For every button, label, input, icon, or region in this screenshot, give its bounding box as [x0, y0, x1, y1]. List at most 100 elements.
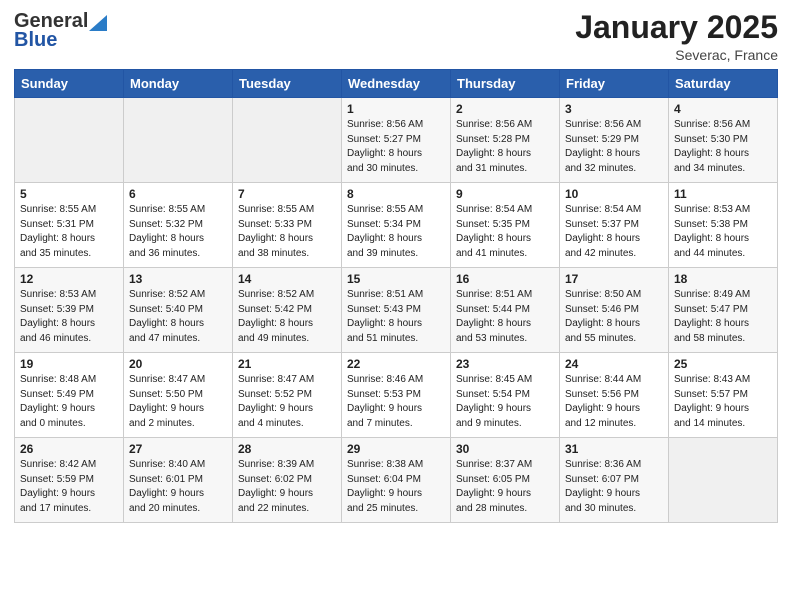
calendar-cell-w5-d7 [669, 438, 778, 523]
col-friday: Friday [560, 70, 669, 98]
calendar-cell-w2-d2: 6Sunrise: 8:55 AMSunset: 5:32 PMDaylight… [124, 183, 233, 268]
calendar-cell-w2-d4: 8 Sunrise: 8:55 AMSunset: 5:34 PMDaylight… [342, 183, 451, 268]
calendar-cell-w3-d6: 17 Sunrise: 8:50 AMSunset: 5:46 PMDayligh… [560, 268, 669, 353]
week-row-2: 5 Sunrise: 8:55 AMSunset: 5:31 PMDaylight… [15, 183, 778, 268]
day-number: 28 [238, 442, 336, 456]
title-block: January 2025 Severac, France [575, 10, 778, 63]
col-monday: Monday [124, 70, 233, 98]
day-info: Sunrise: 8:47 AMSunset: 5:50 PMDaylight:… [129, 373, 227, 431]
day-info: Sunrise: 8:56 AMSunset: 5:30 PMDaylight:… [674, 118, 772, 176]
calendar-cell-w5-d3: 28 Sunrise: 8:39 AMSunset: 6:02 PMDayligh… [233, 438, 342, 523]
week-row-1: 1 Sunrise: 8:56 AMSunset: 5:27 PMDaylight… [15, 98, 778, 183]
day-number: 20 [129, 357, 227, 371]
calendar-cell-w4-d7: 25Sunrise: 8:43 AMSunset: 5:57 PMDayligh… [669, 353, 778, 438]
calendar-cell-w1-d2 [124, 98, 233, 183]
day-info: Sunrise: 8:56 AMSunset: 5:29 PMDaylight:… [565, 118, 663, 176]
logo-triangle-icon [89, 13, 107, 31]
day-info: Sunrise: 8:46 AMSunset: 5:53 PMDaylight:… [347, 373, 445, 431]
calendar-cell-w2-d3: 7 Sunrise: 8:55 AMSunset: 5:33 PMDaylight… [233, 183, 342, 268]
calendar-cell-w2-d5: 9 Sunrise: 8:54 AMSunset: 5:35 PMDaylight… [451, 183, 560, 268]
day-number: 31 [565, 442, 663, 456]
calendar-cell-w2-d1: 5 Sunrise: 8:55 AMSunset: 5:31 PMDaylight… [15, 183, 124, 268]
day-number: 24 [565, 357, 663, 371]
calendar-header-row: Sunday Monday Tuesday Wednesday Thursday… [15, 70, 778, 98]
week-row-5: 26Sunrise: 8:42 AMSunset: 5:59 PMDayligh… [15, 438, 778, 523]
calendar-cell-w3-d5: 16Sunrise: 8:51 AMSunset: 5:44 PMDayligh… [451, 268, 560, 353]
day-number: 25 [674, 357, 772, 371]
col-saturday: Saturday [669, 70, 778, 98]
calendar-table: Sunday Monday Tuesday Wednesday Thursday… [14, 69, 778, 523]
logo-blue-text: Blue [14, 29, 57, 52]
location: Severac, France [575, 47, 778, 63]
month-title: January 2025 [575, 10, 778, 45]
day-info: Sunrise: 8:56 AMSunset: 5:27 PMDaylight:… [347, 118, 445, 176]
day-info: Sunrise: 8:48 AMSunset: 5:49 PMDaylight:… [20, 373, 118, 431]
day-number: 9 [456, 187, 554, 201]
calendar-cell-w3-d7: 18Sunrise: 8:49 AMSunset: 5:47 PMDayligh… [669, 268, 778, 353]
day-number: 10 [565, 187, 663, 201]
day-info: Sunrise: 8:38 AMSunset: 6:04 PMDaylight:… [347, 458, 445, 516]
col-sunday: Sunday [15, 70, 124, 98]
calendar-cell-w5-d2: 27Sunrise: 8:40 AMSunset: 6:01 PMDayligh… [124, 438, 233, 523]
day-number: 21 [238, 357, 336, 371]
header: General Blue January 2025 Severac, Franc… [14, 10, 778, 63]
calendar-cell-w2-d7: 11 Sunrise: 8:53 AMSunset: 5:38 PMDayligh… [669, 183, 778, 268]
day-number: 19 [20, 357, 118, 371]
calendar-cell-w4-d4: 22 Sunrise: 8:46 AMSunset: 5:53 PMDayligh… [342, 353, 451, 438]
day-info: Sunrise: 8:44 AMSunset: 5:56 PMDaylight:… [565, 373, 663, 431]
day-info: Sunrise: 8:36 AMSunset: 6:07 PMDaylight:… [565, 458, 663, 516]
day-number: 17 [565, 272, 663, 286]
day-info: Sunrise: 8:40 AMSunset: 6:01 PMDaylight:… [129, 458, 227, 516]
day-number: 23 [456, 357, 554, 371]
col-wednesday: Wednesday [342, 70, 451, 98]
calendar-cell-w5-d1: 26Sunrise: 8:42 AMSunset: 5:59 PMDayligh… [15, 438, 124, 523]
day-number: 8 [347, 187, 445, 201]
day-info: Sunrise: 8:54 AMSunset: 5:35 PMDaylight:… [456, 203, 554, 261]
col-thursday: Thursday [451, 70, 560, 98]
week-row-3: 12 Sunrise: 8:53 AMSunset: 5:39 PMDayligh… [15, 268, 778, 353]
day-number: 6 [129, 187, 227, 201]
day-info: Sunrise: 8:55 AMSunset: 5:31 PMDaylight:… [20, 203, 118, 261]
day-info: Sunrise: 8:54 AMSunset: 5:37 PMDaylight:… [565, 203, 663, 261]
day-info: Sunrise: 8:51 AMSunset: 5:43 PMDaylight:… [347, 288, 445, 346]
day-number: 30 [456, 442, 554, 456]
calendar-cell-w1-d7: 4Sunrise: 8:56 AMSunset: 5:30 PMDaylight… [669, 98, 778, 183]
calendar-cell-w1-d5: 2Sunrise: 8:56 AMSunset: 5:28 PMDaylight… [451, 98, 560, 183]
calendar-cell-w5-d6: 31 Sunrise: 8:36 AMSunset: 6:07 PMDayligh… [560, 438, 669, 523]
day-info: Sunrise: 8:52 AMSunset: 5:40 PMDaylight:… [129, 288, 227, 346]
day-number: 22 [347, 357, 445, 371]
calendar-cell-w4-d3: 21 Sunrise: 8:47 AMSunset: 5:52 PMDayligh… [233, 353, 342, 438]
day-info: Sunrise: 8:53 AMSunset: 5:39 PMDaylight:… [20, 288, 118, 346]
calendar-cell-w1-d3 [233, 98, 342, 183]
day-number: 29 [347, 442, 445, 456]
week-row-4: 19 Sunrise: 8:48 AMSunset: 5:49 PMDayligh… [15, 353, 778, 438]
calendar-cell-w4-d2: 20 Sunrise: 8:47 AMSunset: 5:50 PMDayligh… [124, 353, 233, 438]
day-number: 3 [565, 102, 663, 116]
calendar-cell-w1-d1 [15, 98, 124, 183]
day-info: Sunrise: 8:42 AMSunset: 5:59 PMDaylight:… [20, 458, 118, 516]
day-info: Sunrise: 8:39 AMSunset: 6:02 PMDaylight:… [238, 458, 336, 516]
calendar-cell-w2-d6: 10 Sunrise: 8:54 AMSunset: 5:37 PMDayligh… [560, 183, 669, 268]
day-number: 7 [238, 187, 336, 201]
calendar-cell-w3-d2: 13Sunrise: 8:52 AMSunset: 5:40 PMDayligh… [124, 268, 233, 353]
day-info: Sunrise: 8:55 AMSunset: 5:34 PMDaylight:… [347, 203, 445, 261]
day-number: 11 [674, 187, 772, 201]
calendar-cell-w4-d5: 23Sunrise: 8:45 AMSunset: 5:54 PMDayligh… [451, 353, 560, 438]
day-info: Sunrise: 8:52 AMSunset: 5:42 PMDaylight:… [238, 288, 336, 346]
day-number: 2 [456, 102, 554, 116]
day-number: 1 [347, 102, 445, 116]
day-number: 16 [456, 272, 554, 286]
calendar-cell-w1-d6: 3 Sunrise: 8:56 AMSunset: 5:29 PMDaylight… [560, 98, 669, 183]
day-info: Sunrise: 8:50 AMSunset: 5:46 PMDaylight:… [565, 288, 663, 346]
day-info: Sunrise: 8:37 AMSunset: 6:05 PMDaylight:… [456, 458, 554, 516]
calendar-cell-w5-d4: 29 Sunrise: 8:38 AMSunset: 6:04 PMDayligh… [342, 438, 451, 523]
day-info: Sunrise: 8:55 AMSunset: 5:33 PMDaylight:… [238, 203, 336, 261]
col-tuesday: Tuesday [233, 70, 342, 98]
calendar-cell-w3-d4: 15Sunrise: 8:51 AMSunset: 5:43 PMDayligh… [342, 268, 451, 353]
day-number: 5 [20, 187, 118, 201]
page: General Blue January 2025 Severac, Franc… [0, 0, 792, 537]
day-info: Sunrise: 8:53 AMSunset: 5:38 PMDaylight:… [674, 203, 772, 261]
day-number: 18 [674, 272, 772, 286]
day-info: Sunrise: 8:47 AMSunset: 5:52 PMDaylight:… [238, 373, 336, 431]
day-number: 12 [20, 272, 118, 286]
